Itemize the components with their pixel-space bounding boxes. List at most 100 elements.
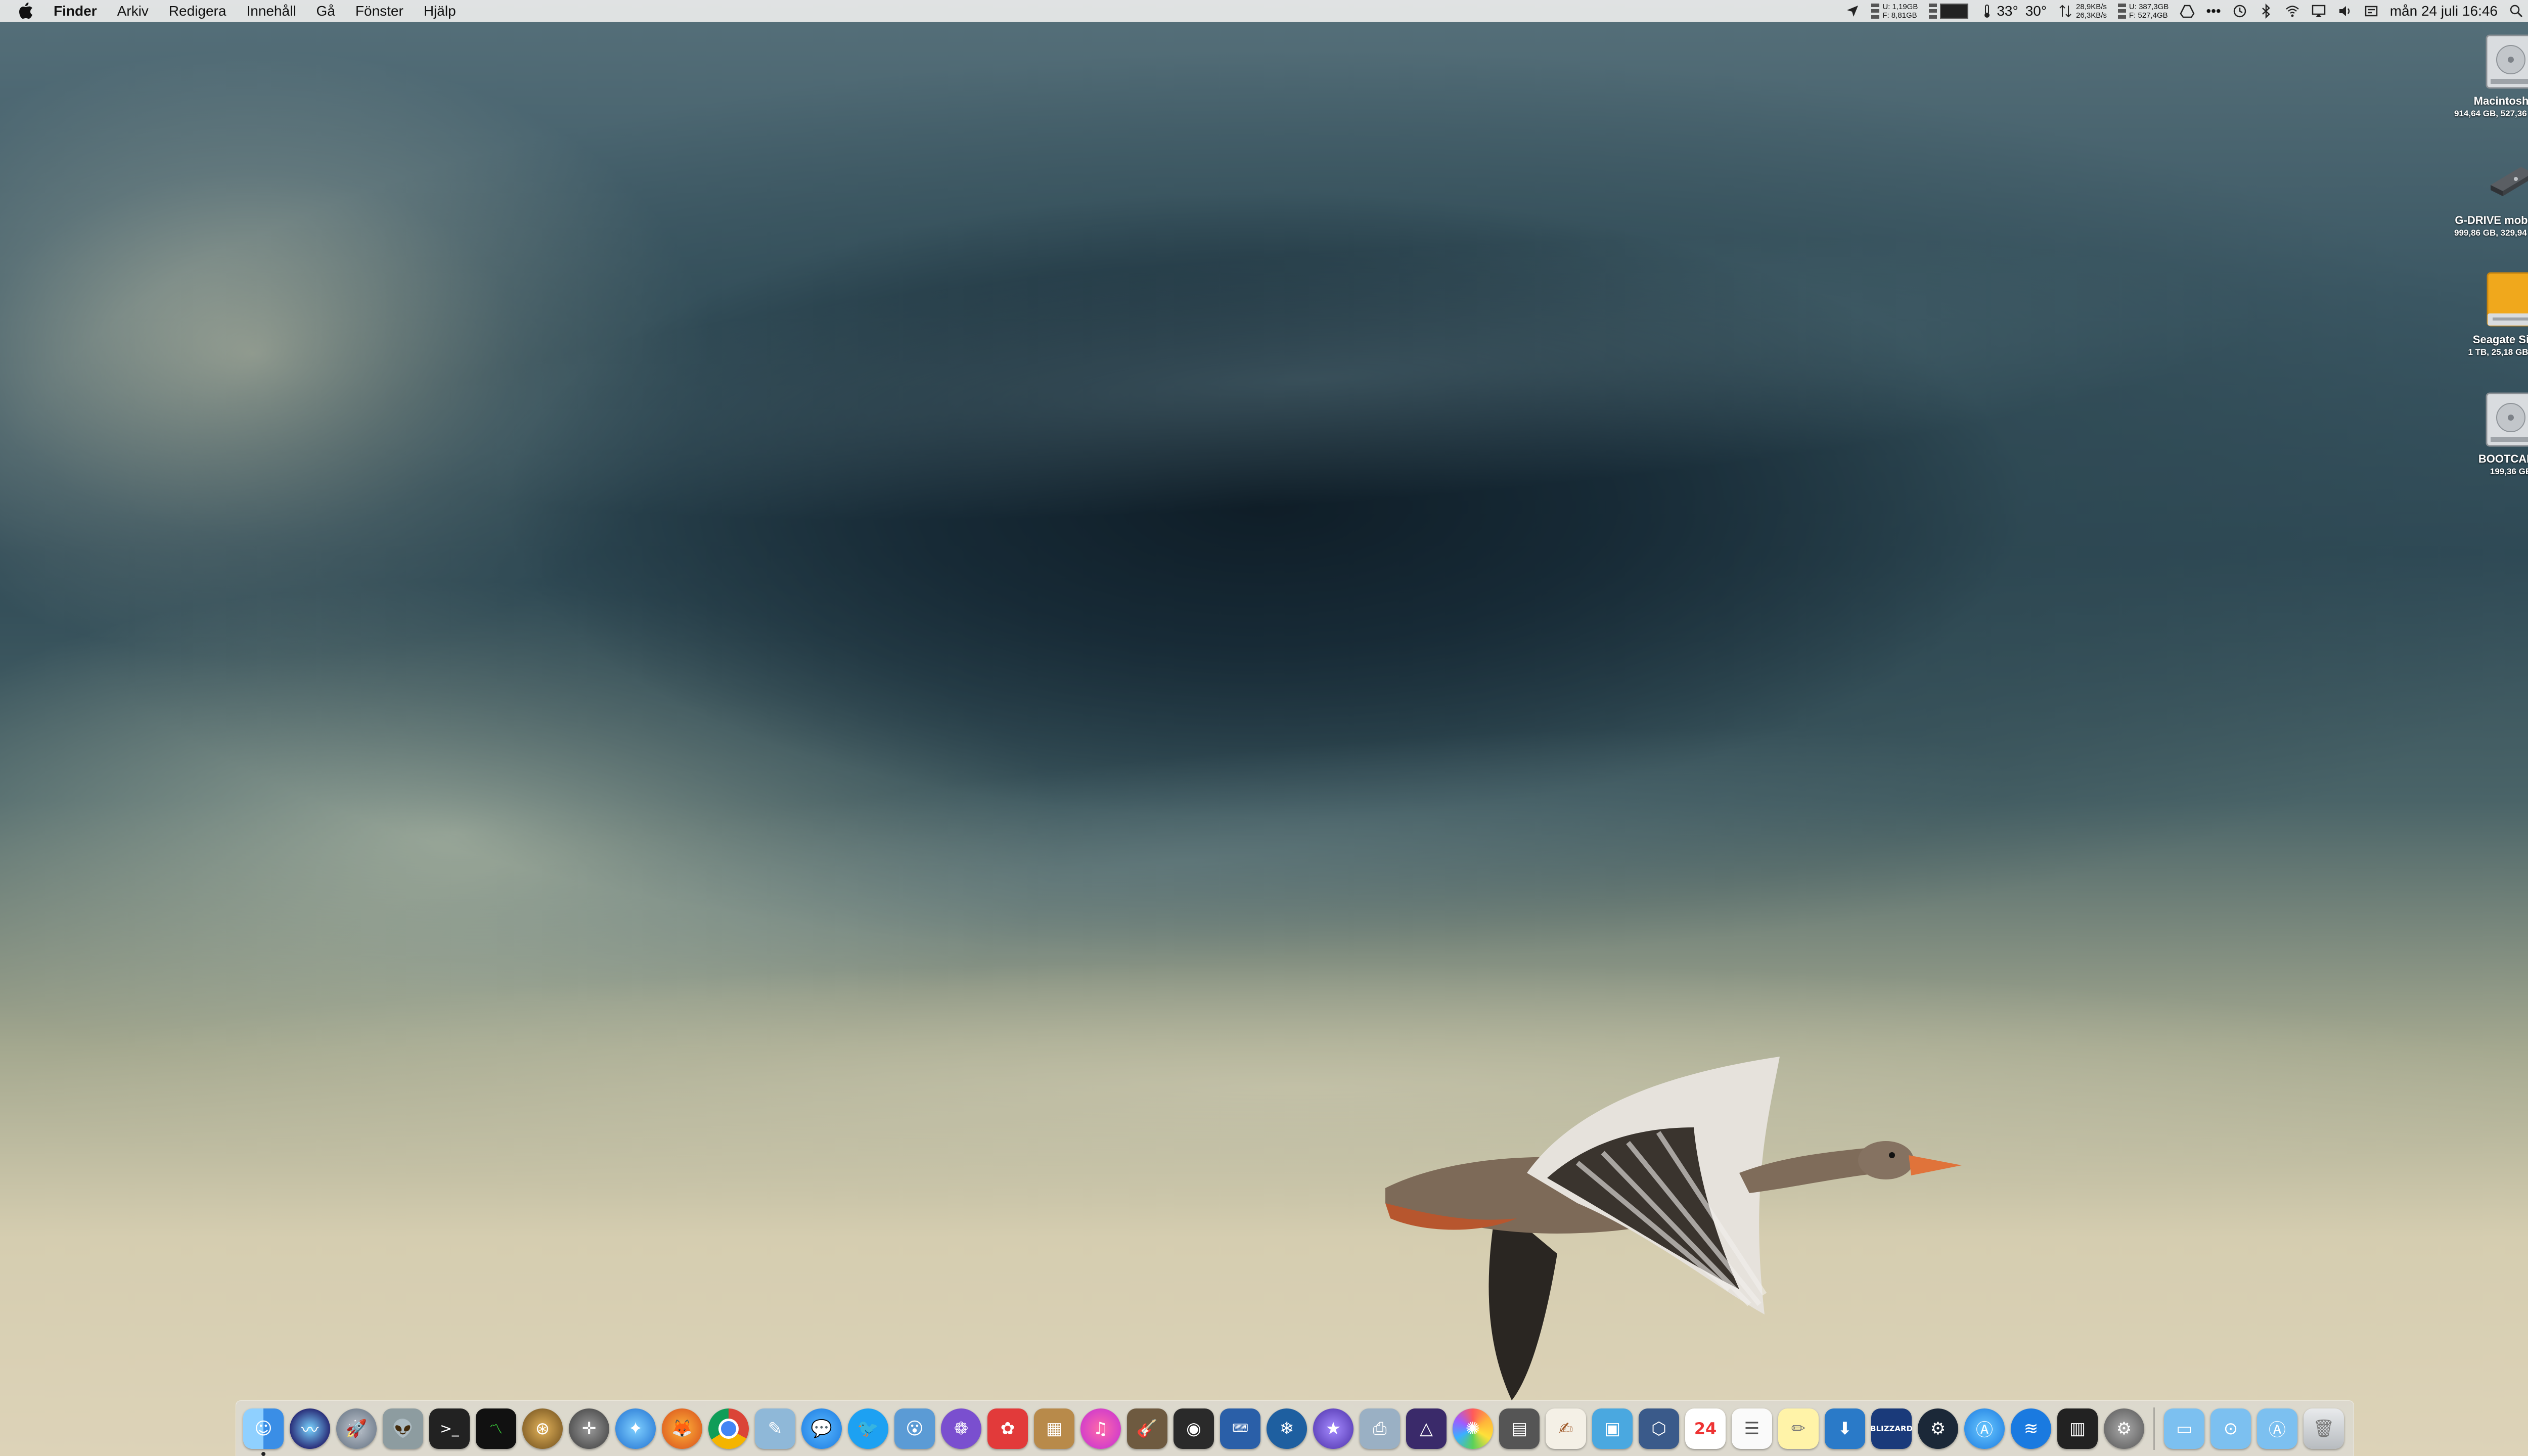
dock-firefox-icon[interactable]: 🦊 <box>662 1408 702 1449</box>
cpu-stat[interactable] <box>1929 3 1969 19</box>
menu-hjalp[interactable]: Hjälp <box>424 0 456 22</box>
volume-info: 914,64 GB, 527,36 GB ledigt <box>2454 109 2528 118</box>
more-menu[interactable]: ••• <box>2206 3 2221 19</box>
volume-name: BOOTCAMP <box>2478 452 2528 465</box>
dock-crosshair-app-icon[interactable]: ✛ <box>569 1408 609 1449</box>
volume-seagate-silver[interactable]: Seagate Silver 1 TB, 25,18 GB ledigt <box>2435 269 2528 358</box>
dock-garageband-icon[interactable]: 🎸 <box>1127 1408 1167 1449</box>
volume-g-drive[interactable]: G-DRIVE mobile USB 999,86 GB, 329,94 GB … <box>2435 150 2528 239</box>
spotlight-button[interactable] <box>2509 4 2524 19</box>
dock-keynote-icon[interactable]: ▣ <box>1592 1408 1633 1449</box>
menu-redigera[interactable]: Redigera <box>169 0 227 22</box>
dock-finder-icon[interactable]: ☺ <box>243 1408 284 1456</box>
memory-bars-icon <box>1871 3 1880 19</box>
dock-piano-app-icon[interactable]: ▥ <box>2057 1408 2098 1449</box>
dock: ☺ 〰 🚀 👽 >_ 〽 ⊛ ✛ ✦ 🦊 ✎ 💬 🐦 😮 ❁ ✿ ▦ ♫ 🎸 ◉… <box>236 1400 2354 1456</box>
airplay-icon <box>2312 5 2325 17</box>
volume-info: 199,36 GB <box>2490 467 2528 476</box>
menubar-clock[interactable]: mån 24 juli 16:46 <box>2390 3 2498 19</box>
menu-bar: Finder Arkiv Redigera Innehåll Gå Fönste… <box>0 0 2528 22</box>
volume-name: Macintosh HD <box>2473 95 2528 107</box>
network-stat[interactable]: 28,9KB/s 26,3KB/s <box>2058 3 2107 20</box>
volume-status[interactable] <box>2337 4 2353 19</box>
net-down-text: 26,3KB/s <box>2076 11 2107 20</box>
dock-messages-icon[interactable]: 💬 <box>801 1408 842 1449</box>
volume-macintosh-hd[interactable]: Macintosh HD 914,64 GB, 527,36 GB ledigt <box>2435 30 2528 119</box>
net-up-text: 28,9KB/s <box>2076 2 2107 11</box>
dock-archive-utility-icon[interactable]: ▦ <box>1034 1408 1074 1449</box>
menu-app-finder[interactable]: Finder <box>54 0 97 22</box>
cpu-temp-text: 33° <box>1997 3 2018 19</box>
input-source-status[interactable] <box>2364 4 2379 19</box>
dock-photos-icon[interactable]: ✺ <box>1453 1408 1493 1449</box>
menu-fonster[interactable]: Fönster <box>355 0 403 22</box>
dock-imovie-icon[interactable]: ★ <box>1313 1408 1353 1449</box>
dock-twitter-icon[interactable]: 🐦 <box>848 1408 888 1449</box>
dock-keyboard-app-icon[interactable]: ⌨ <box>1220 1408 1260 1449</box>
dock-app-store-icon[interactable]: Ⓐ <box>1964 1408 2005 1449</box>
dock-itunes-icon[interactable]: ♫ <box>1080 1408 1121 1449</box>
wifi-status[interactable] <box>2285 4 2300 19</box>
dock-trash-icon[interactable]: 🗑 <box>2304 1408 2344 1449</box>
disk-bars-icon <box>2117 3 2126 19</box>
dock-network-app-icon[interactable]: ❄ <box>1267 1408 1307 1449</box>
dock-calculator-icon[interactable]: ▤ <box>1499 1408 1540 1449</box>
dock-notes-icon[interactable]: ✏ <box>1778 1408 1819 1449</box>
dock-virtualbox-icon[interactable]: ⬡ <box>1639 1408 1679 1449</box>
blizzard-label: BLIZZARD <box>1870 1424 1913 1433</box>
dock-textedit-icon[interactable]: ✍ <box>1546 1408 1586 1449</box>
menu-ga[interactable]: Gå <box>317 0 335 22</box>
external-drive-icon <box>2487 272 2528 327</box>
external-drive-icon <box>2491 167 2528 196</box>
dock-documents-folder-icon[interactable]: Ⓐ <box>2257 1408 2297 1449</box>
dock-calendar-icon[interactable]: 24 <box>1685 1408 1726 1449</box>
search-icon <box>2510 5 2523 17</box>
dock-launchpad-icon[interactable]: 🚀 <box>336 1408 377 1449</box>
time-machine-status[interactable] <box>2232 4 2247 19</box>
dock-blizzard-icon[interactable]: BLIZZARD <box>1870 1408 1913 1449</box>
thermometer-icon <box>1984 4 1990 18</box>
bluetooth-status[interactable] <box>2259 3 2274 19</box>
input-menu-icon <box>2365 6 2377 16</box>
dock-activity-monitor-icon[interactable]: 〽 <box>476 1408 516 1449</box>
dock-alien-app-icon[interactable]: 👽 <box>383 1408 423 1449</box>
dock-preview-icon[interactable]: ✎ <box>755 1408 795 1449</box>
cloud-streak <box>0 961 2528 1213</box>
apple-menu-icon[interactable] <box>18 2 33 20</box>
cpu-bars-icon <box>1929 3 1937 19</box>
dock-siri-icon[interactable]: 〰 <box>290 1408 330 1449</box>
dock-disk-utility-icon[interactable]: ⊛ <box>522 1408 563 1449</box>
menu-innehall[interactable]: Innehåll <box>246 0 296 22</box>
dock-system-preferences-icon[interactable]: ⚙ <box>2104 1408 2144 1449</box>
volume-bootcamp[interactable]: BOOTCAMP 199,36 GB <box>2435 388 2528 477</box>
dock-chrome-icon[interactable] <box>708 1408 749 1449</box>
dock-separator <box>2153 1407 2155 1450</box>
bluetooth-icon <box>2262 3 2270 19</box>
dock-image-capture-icon[interactable]: ⎙ <box>1360 1408 1400 1449</box>
desktop-wallpaper <box>0 0 2528 1456</box>
dock-applications-folder-icon[interactable]: ▭ <box>2164 1408 2204 1449</box>
menu-arkiv[interactable]: Arkiv <box>117 0 149 22</box>
location-arrow-icon[interactable] <box>1845 4 1860 19</box>
dock-reminders-icon[interactable]: ☰ <box>1732 1408 1772 1449</box>
speaker-icon <box>2339 6 2350 16</box>
time-machine-icon <box>2233 5 2246 17</box>
dock-safari-icon[interactable]: ✦ <box>615 1408 656 1449</box>
dock-downloads-folder-icon[interactable]: ⊙ <box>2210 1408 2251 1449</box>
dock-photo-booth-icon[interactable]: 😮 <box>894 1408 935 1449</box>
gpu-temp-text: 30° <box>2025 3 2047 19</box>
google-drive-status[interactable] <box>2180 4 2195 19</box>
temperature-stat[interactable]: 33° 30° <box>1979 3 2047 19</box>
dock-istat-icon[interactable]: ◉ <box>1173 1408 1214 1449</box>
dock-tor-browser-icon[interactable]: ❁ <box>941 1408 981 1449</box>
dock-steam-icon[interactable]: ⚙ <box>1918 1408 1958 1449</box>
airplay-status[interactable] <box>2311 4 2326 19</box>
disk-stat[interactable]: U: 387,3GB F: 527,4GB <box>2117 3 2169 20</box>
memory-stat[interactable]: U: 1,19GB F: 8,81GB <box>1871 3 1918 20</box>
dock-installer-icon[interactable]: ⬇ <box>1825 1408 1865 1449</box>
dock-wifi-app-icon[interactable]: ≋ <box>2011 1408 2051 1449</box>
dock-affinity-icon[interactable]: △ <box>1406 1408 1447 1449</box>
dock-red-app-icon[interactable]: ✿ <box>987 1408 1028 1449</box>
volume-info: 1 TB, 25,18 GB ledigt <box>2468 347 2528 357</box>
dock-terminal-icon[interactable]: >_ <box>429 1408 470 1449</box>
